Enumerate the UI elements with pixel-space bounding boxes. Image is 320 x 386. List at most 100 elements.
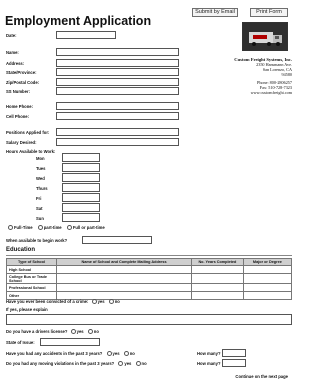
day-label-thurs: Thurs xyxy=(36,186,48,191)
explain-label: If yes, please explain xyxy=(6,307,48,312)
edu-name-cell[interactable] xyxy=(56,283,193,292)
crime-no-label: no xyxy=(114,299,120,304)
address-label: Address: xyxy=(6,61,25,66)
cell-phone-field[interactable] xyxy=(56,112,179,120)
day-label-fri: Fri xyxy=(36,196,42,201)
day-label-sat: Sat xyxy=(36,206,43,211)
name-field[interactable] xyxy=(56,48,179,56)
edu-row-label: College Bus or Trade School xyxy=(5,273,58,284)
edu-years-cell[interactable] xyxy=(191,291,244,300)
day-label-wed: Wed xyxy=(36,176,45,181)
begin-work-field[interactable] xyxy=(82,236,152,244)
crime-question: Have you ever been convicted of a crime:… xyxy=(6,299,120,305)
company-contact: Phone: 800-2806257 Fax: 510-728-7323 www… xyxy=(251,80,292,95)
license-no-label: no xyxy=(93,329,99,334)
ssn-field[interactable] xyxy=(56,87,179,95)
license-no-radio[interactable] xyxy=(87,329,93,335)
position-field[interactable] xyxy=(56,128,179,136)
crime-no-radio[interactable] xyxy=(108,299,114,305)
violations-question: Do you had any moving violations in the … xyxy=(6,361,147,367)
position-label: Positions Applied for: xyxy=(6,130,50,135)
hours-field-sun[interactable] xyxy=(62,213,100,222)
hours-field-sat[interactable] xyxy=(62,203,100,212)
salary-label: Salary Desired: xyxy=(6,140,37,145)
part-time-label: part-time xyxy=(43,225,62,230)
date-label: Date: xyxy=(6,33,17,38)
home-phone-label: Home Phone: xyxy=(6,104,33,109)
accidents-how-many-field[interactable] xyxy=(222,349,246,357)
part-time-radio[interactable] xyxy=(37,225,43,231)
state-field[interactable] xyxy=(56,68,179,76)
zip-label: Zip/Postal Code: xyxy=(6,80,40,85)
hours-label: Hours Available to Work: xyxy=(6,149,56,154)
submit-by-email-button[interactable]: Submit by Email xyxy=(192,8,238,17)
table-row: Professional School xyxy=(5,283,293,292)
hours-field-tues[interactable] xyxy=(62,163,100,172)
edu-major-cell[interactable] xyxy=(242,265,293,274)
education-divider xyxy=(6,255,292,256)
crime-yes-label: yes xyxy=(97,299,105,304)
violations-how-many-field[interactable] xyxy=(222,359,246,367)
print-form-button[interactable]: Print Form xyxy=(250,8,288,17)
edu-header-major: Major or Degree xyxy=(242,258,293,266)
edu-major-cell[interactable] xyxy=(242,273,293,284)
education-heading: Education xyxy=(6,247,36,253)
full-time-radio[interactable] xyxy=(8,225,13,231)
accidents-yes-radio[interactable] xyxy=(106,351,112,357)
date-field[interactable] xyxy=(56,31,116,39)
company-address3: 94580 xyxy=(281,72,292,77)
state-issue-field[interactable] xyxy=(40,338,100,346)
hours-field-thurs[interactable] xyxy=(62,183,100,192)
violations-how-many-label: How many? xyxy=(197,361,221,366)
edu-row-label: Professional School xyxy=(5,283,58,292)
violations-label: Do you had any moving violations in the … xyxy=(6,361,115,366)
truck-icon xyxy=(243,23,287,50)
day-label-sun: Sun xyxy=(36,216,44,221)
state-label: State/Province: xyxy=(6,70,37,75)
edu-header-years: No. Years Completed xyxy=(191,258,244,266)
license-yes-radio[interactable] xyxy=(70,329,76,335)
edu-row-label: High School xyxy=(5,265,58,274)
edu-major-cell[interactable] xyxy=(242,291,293,300)
zip-field[interactable] xyxy=(56,78,179,86)
home-phone-field[interactable] xyxy=(56,102,179,110)
accidents-no-label: no xyxy=(129,351,135,356)
company-info: Custom Freight Systems, Inc. 2350 Hansma… xyxy=(234,57,292,77)
edu-name-cell[interactable] xyxy=(56,265,193,274)
violations-yes-label: yes xyxy=(124,361,132,366)
day-label-mon: Mon xyxy=(36,156,45,161)
full-or-part-time-radio[interactable] xyxy=(66,225,72,231)
state-issue-label: State of Issue: xyxy=(6,340,35,345)
edu-years-cell[interactable] xyxy=(191,273,244,284)
violations-no-radio[interactable] xyxy=(135,361,141,367)
hours-field-mon[interactable] xyxy=(62,153,100,162)
edu-name-cell[interactable] xyxy=(56,273,193,284)
crime-yes-radio[interactable] xyxy=(91,299,97,305)
violations-yes-radio[interactable] xyxy=(118,361,124,367)
company-web: www.customfreight.com xyxy=(250,90,292,95)
full-time-label: Full-Time xyxy=(14,225,33,230)
hours-field-wed[interactable] xyxy=(62,173,100,182)
full-or-part-time-label: Full or part-time xyxy=(72,225,105,230)
name-label: Name: xyxy=(6,50,19,55)
page-title: Employment Application xyxy=(5,14,152,28)
continue-note: Continue on the next page xyxy=(235,374,288,379)
edu-header-name: Name of School and Complete Mailing Addr… xyxy=(56,258,193,266)
address-field[interactable] xyxy=(56,59,179,67)
explain-field[interactable] xyxy=(6,314,292,325)
edu-years-cell[interactable] xyxy=(191,283,244,292)
edu-major-cell[interactable] xyxy=(242,283,293,292)
table-row: High School xyxy=(5,265,293,274)
edu-years-cell[interactable] xyxy=(191,265,244,274)
license-yes-label: yes xyxy=(76,329,84,334)
license-question: Do you have a drivers license? yes no xyxy=(6,329,99,335)
hours-field-fri[interactable] xyxy=(62,193,100,202)
table-row: College Bus or Trade School xyxy=(5,273,293,284)
accidents-no-radio[interactable] xyxy=(123,351,129,357)
crime-label: Have you ever been convicted of a crime: xyxy=(6,299,89,304)
availability-options: Full-Time part-time Full or part-time xyxy=(8,225,105,231)
begin-work-label: When available to begin work? xyxy=(6,238,68,243)
accidents-label: Have you had any accidents in the past 3… xyxy=(6,351,103,356)
salary-field[interactable] xyxy=(56,138,179,146)
license-label: Do you have a drivers license? xyxy=(6,329,68,334)
